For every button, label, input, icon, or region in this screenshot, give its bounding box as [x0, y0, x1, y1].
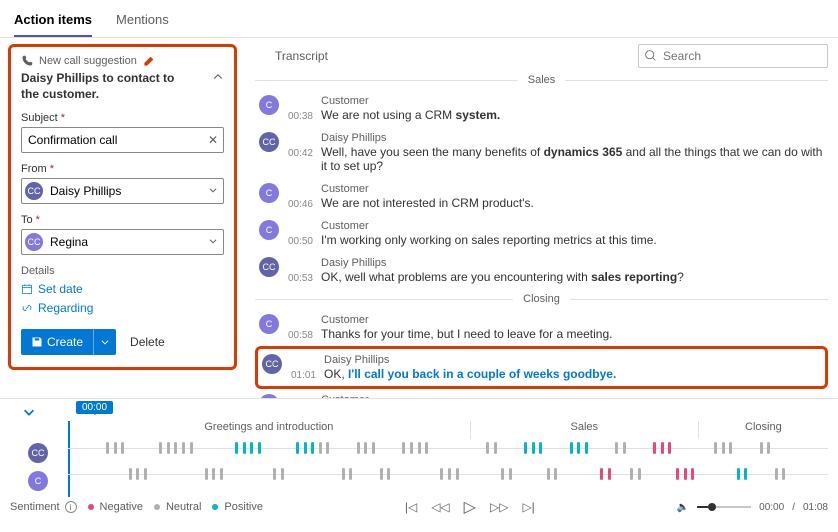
chevron-down-icon[interactable] — [208, 235, 218, 249]
speaker-name: Daisy Phillips — [324, 354, 821, 366]
to-input[interactable] — [21, 229, 224, 255]
transcript-turn[interactable]: C 00:38 CustomerWe are not using a CRM sys… — [255, 90, 828, 127]
skip-end-icon[interactable]: ▷| — [522, 500, 534, 514]
timeline-speaker-agent: CC — [28, 443, 48, 463]
timestamp: 00:50 — [287, 220, 313, 247]
transcript-turn[interactable]: C01:05CustomerBye. I. — [255, 389, 828, 398]
speaker-name: Customer — [321, 95, 824, 107]
volume-icon[interactable]: 🔈 — [677, 502, 689, 513]
speaker-avatar: C — [259, 95, 279, 115]
play-icon[interactable]: ▷ — [464, 497, 476, 517]
speaker-name: Daisy Phillips — [321, 132, 824, 144]
playhead-flag[interactable]: 00:00 — [76, 401, 113, 414]
transcript-turn[interactable]: C 00:50 CustomerI'm working only working o… — [255, 215, 828, 252]
segment-greetings: Greetings and introduction — [68, 421, 471, 439]
speaker-avatar: C — [259, 220, 279, 240]
chevron-down-icon[interactable] — [208, 184, 218, 198]
utterance: I'm working only working on sales report… — [321, 233, 824, 247]
details-label: Details — [21, 265, 224, 277]
playhead-line[interactable] — [68, 421, 70, 497]
search-icon — [644, 49, 657, 62]
timestamp: 01:01 — [290, 354, 316, 381]
speaker-avatar: CC — [259, 132, 279, 152]
speaker-name: Customer — [321, 183, 824, 195]
time-total: 01:08 — [803, 502, 828, 513]
transcript-turn[interactable]: CC 01:01 Daisy PhillipsOK, I'll call you b… — [255, 346, 828, 389]
expand-icon[interactable] — [22, 405, 36, 422]
utterance: Well, have you seen the many benefits of… — [321, 145, 824, 173]
action-item-card: New call suggestion Daisy Phillips to co… — [8, 44, 237, 370]
timestamp: 00:46 — [287, 183, 313, 210]
collapse-icon[interactable] — [212, 71, 224, 86]
speaker-avatar: C — [259, 314, 279, 334]
speaker-avatar: C — [259, 394, 279, 398]
speaker-name: Customer — [321, 220, 824, 232]
set-date-link[interactable]: Set date — [21, 282, 224, 296]
utterance: We are not using a CRM system. — [321, 108, 824, 122]
calendar-icon — [21, 283, 33, 295]
utterance: OK, well what problems are you encounter… — [321, 270, 824, 284]
timestamp: 00:42 — [287, 132, 313, 173]
utterance: Thanks for your time, but I need to leav… — [321, 327, 824, 341]
phone-icon — [21, 55, 33, 67]
transcript-turn[interactable]: CC 00:42 Daisy PhillipsWell, have you seen… — [255, 127, 828, 178]
forward-icon[interactable]: ▷▷ — [490, 500, 508, 514]
section-sales: Sales — [528, 74, 556, 86]
time-current: 00:00 — [759, 502, 784, 513]
tab-action-items[interactable]: Action items — [14, 8, 92, 37]
speaker-avatar: CC — [262, 354, 282, 374]
clear-icon[interactable]: ✕ — [208, 133, 218, 147]
utterance: OK, I'll call you back in a couple of we… — [324, 367, 821, 381]
tab-mentions[interactable]: Mentions — [116, 8, 169, 37]
from-label: From — [21, 163, 224, 175]
delete-button[interactable]: Delete — [130, 335, 165, 349]
card-summary: Daisy Phillips to contact to the custome… — [21, 71, 191, 102]
info-icon[interactable]: i — [65, 501, 77, 513]
segment-closing: Closing — [699, 421, 828, 439]
section-closing: Closing — [523, 293, 560, 305]
speaker-avatar: C — [259, 183, 279, 203]
link-icon — [21, 302, 33, 314]
speaker-name: Customer — [321, 394, 824, 398]
save-icon — [31, 336, 43, 348]
suggestion-label: New call suggestion — [39, 55, 137, 67]
subject-input[interactable] — [21, 127, 224, 153]
track-agent[interactable] — [68, 439, 828, 457]
create-dropdown[interactable] — [93, 329, 116, 355]
transcript-title: Transcript — [275, 49, 328, 63]
to-label: To — [21, 214, 224, 226]
track-customer[interactable] — [68, 465, 828, 483]
sentiment-legend: Sentimenti Negative Neutral Positive — [10, 501, 263, 513]
timestamp: 01:05 — [287, 394, 313, 398]
rewind-icon[interactable]: ◁◁ — [431, 500, 449, 514]
speaker-name: Customer — [321, 314, 824, 326]
edit-icon[interactable] — [143, 56, 154, 67]
regarding-link[interactable]: Regarding — [21, 301, 224, 315]
transcript-turn[interactable]: CC 00:53 Dasiy PhillipsOK, well what probl… — [255, 252, 828, 289]
utterance: We are not interested in CRM product's. — [321, 196, 824, 210]
skip-start-icon[interactable]: |◁ — [405, 500, 417, 514]
speaker-name: Dasiy Phillips — [321, 257, 824, 269]
subject-label: Subject — [21, 112, 224, 124]
from-input[interactable] — [21, 178, 224, 204]
transcript-turn[interactable]: C 00:58 CustomerThanks for your time, but … — [255, 309, 828, 346]
speaker-avatar: CC — [259, 257, 279, 277]
timestamp: 00:58 — [287, 314, 313, 341]
timestamp: 00:38 — [287, 95, 313, 122]
volume-slider[interactable] — [697, 506, 751, 508]
segment-sales: Sales — [471, 421, 699, 439]
timeline-speaker-customer: C — [28, 471, 48, 491]
timestamp: 00:53 — [287, 257, 313, 284]
create-button[interactable]: Create — [21, 329, 116, 355]
search-input[interactable] — [638, 44, 828, 68]
transcript-turn[interactable]: C 00:46 CustomerWe are not interested in C… — [255, 178, 828, 215]
